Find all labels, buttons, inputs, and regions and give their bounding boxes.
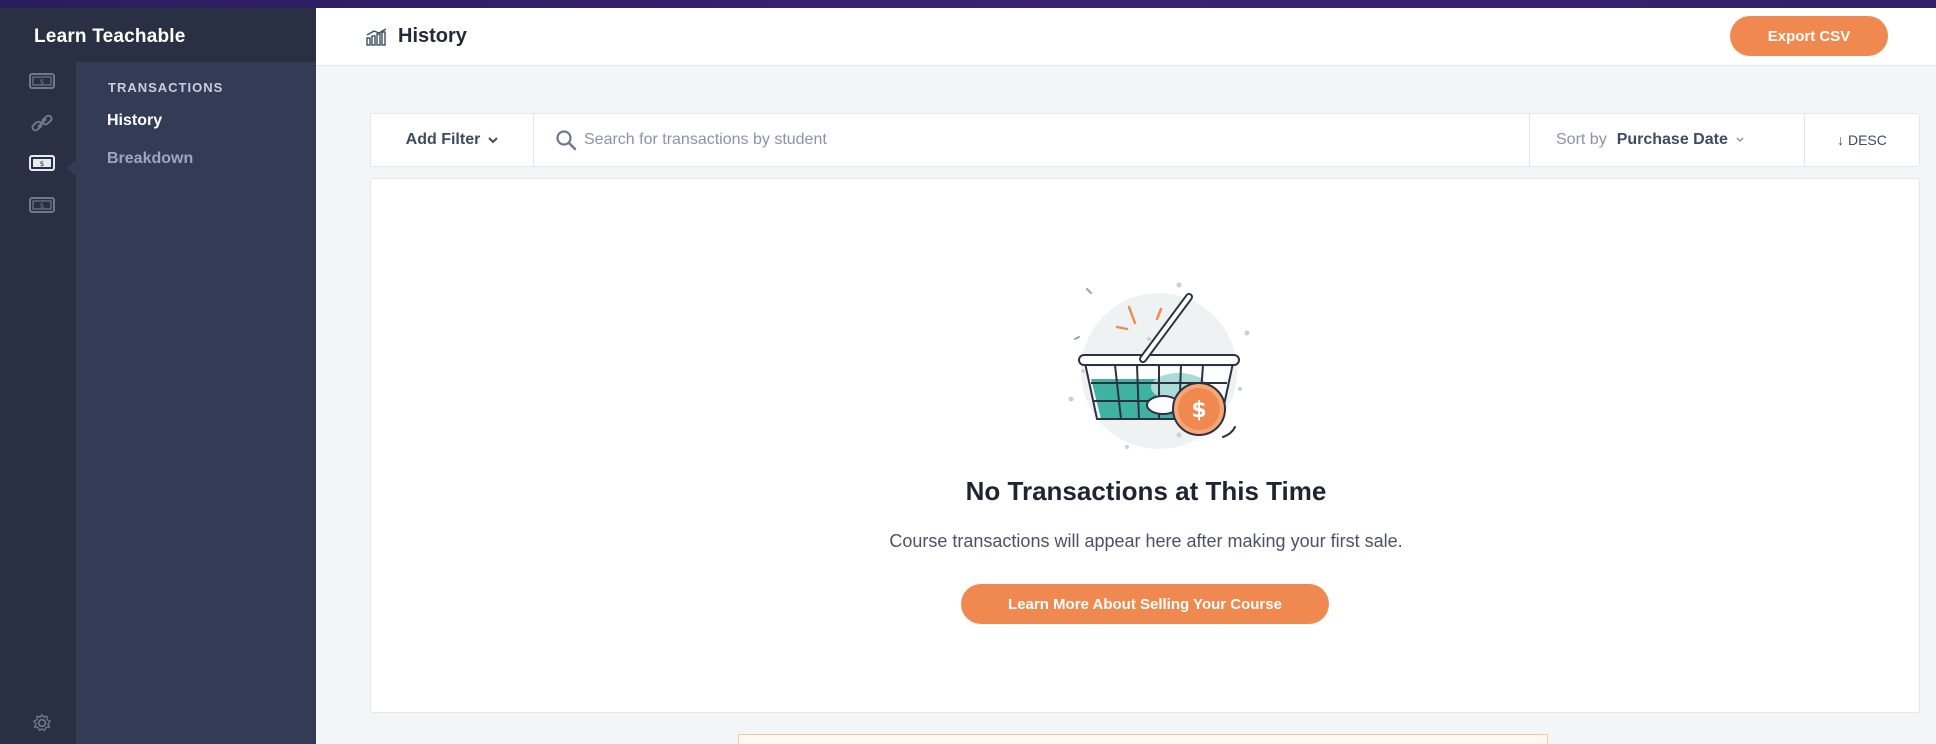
- brand-title[interactable]: Learn Teachable: [0, 8, 316, 62]
- page-title: History: [398, 25, 467, 47]
- cash-icon[interactable]: $: [28, 194, 56, 216]
- gear-icon[interactable]: [28, 712, 56, 734]
- top-bar: History Export CSV: [316, 8, 1936, 66]
- search-icon: [556, 130, 577, 151]
- svg-text:$: $: [40, 78, 44, 86]
- empty-state-card: $ No Transactions at This Time Course tr…: [370, 178, 1920, 713]
- empty-state-title: No Transactions at This Time: [965, 476, 1327, 506]
- cash-icon[interactable]: $: [28, 70, 56, 92]
- icon-rail: $ $ $: [0, 8, 76, 744]
- search-input[interactable]: [584, 124, 1504, 156]
- svg-text:$: $: [40, 160, 44, 168]
- empty-state-description: Course transactions will appear here aft…: [889, 531, 1403, 551]
- sort-control: Sort by Purchase Date: [1529, 114, 1805, 166]
- search-container: [534, 114, 1529, 166]
- sidebar-item-history[interactable]: History: [107, 112, 162, 130]
- link-icon[interactable]: [28, 112, 56, 134]
- export-csv-button[interactable]: Export CSV: [1730, 16, 1888, 56]
- sort-order-toggle[interactable]: ↓ DESC: [1805, 114, 1919, 166]
- sidebar-section-transactions: TRANSACTIONS: [108, 80, 224, 95]
- sidebar-item-breakdown[interactable]: Breakdown: [107, 150, 193, 168]
- bottom-notice-banner: [738, 734, 1548, 744]
- cash-icon[interactable]: $: [28, 152, 56, 174]
- svg-text:$: $: [40, 202, 44, 210]
- shopping-basket-illustration: $: [1068, 282, 1250, 449]
- chart-icon: [366, 28, 387, 46]
- active-pointer: [66, 160, 76, 176]
- main-content: History Export CSV Add Filter Sort by Pu…: [316, 8, 1936, 744]
- add-filter-label: Add Filter: [405, 131, 481, 148]
- svg-text:$: $: [1191, 398, 1206, 423]
- filter-bar: Add Filter Sort by Purchase Date ↓ DESC: [370, 113, 1920, 167]
- sort-label: Sort by: [1556, 131, 1607, 148]
- learn-more-button[interactable]: Learn More About Selling Your Course: [961, 584, 1329, 624]
- add-filter-button[interactable]: Add Filter: [371, 114, 534, 166]
- chevron-down-icon: [1736, 137, 1744, 143]
- sort-dropdown[interactable]: Purchase Date: [1617, 131, 1728, 149]
- chevron-down-icon: [488, 137, 499, 144]
